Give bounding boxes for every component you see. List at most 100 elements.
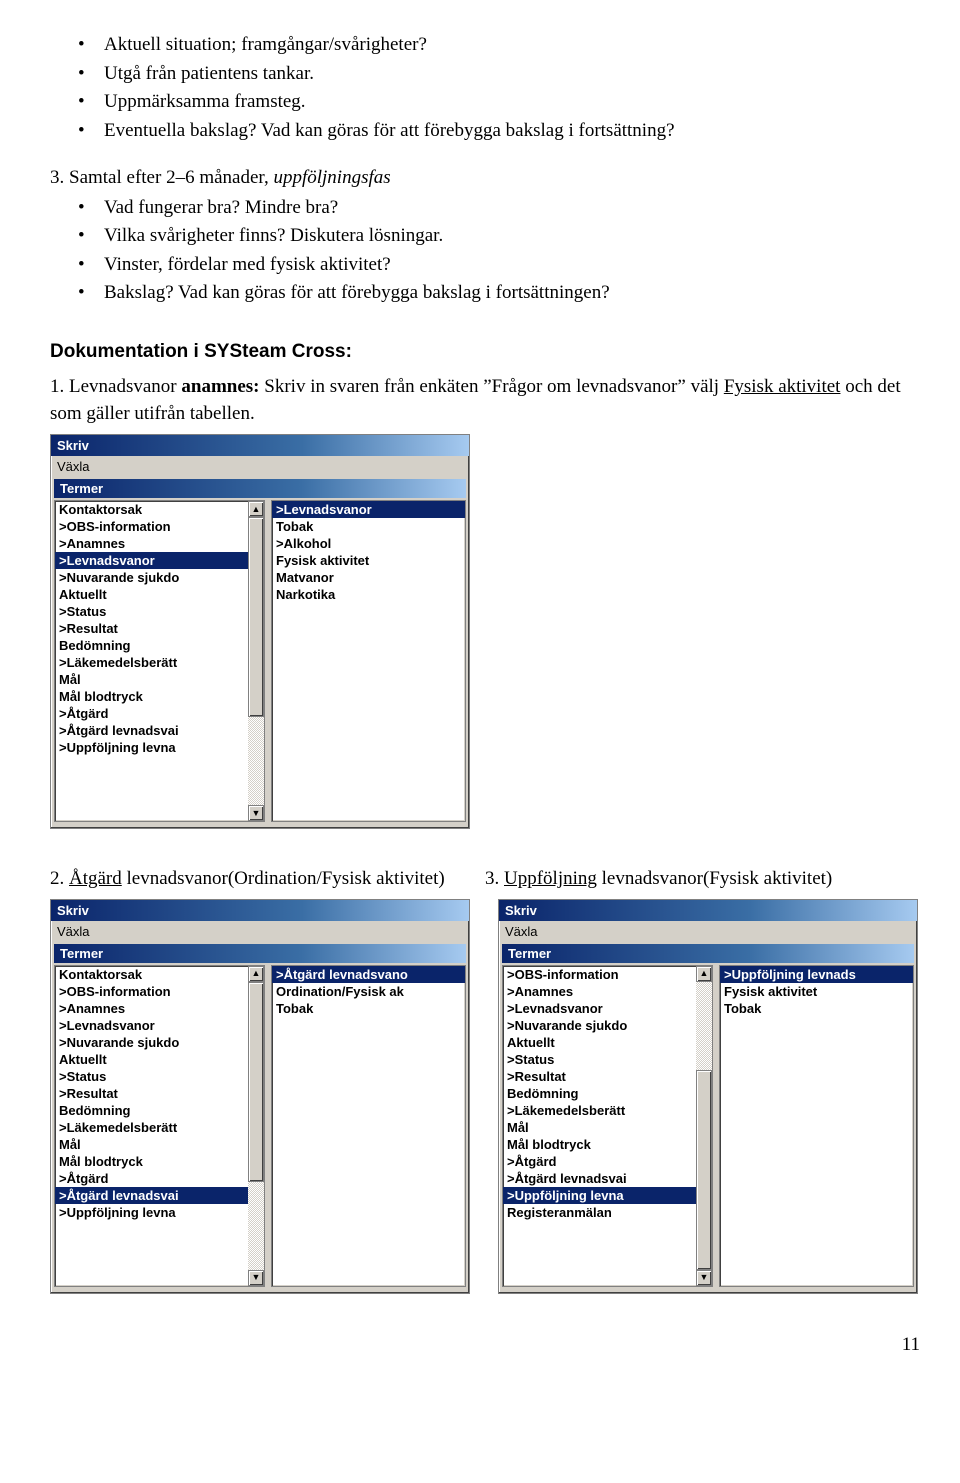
- list-item[interactable]: >Status: [503, 1051, 696, 1068]
- termer-list-right[interactable]: >Åtgärd levnadsvanoOrdination/Fysisk akT…: [271, 965, 466, 1287]
- caption3-c: levnadsvanor(Fysisk aktivitet): [597, 868, 832, 889]
- list-item[interactable]: >Resultat: [503, 1068, 696, 1085]
- list-item[interactable]: Mål: [503, 1119, 696, 1136]
- window-menu-vaxla[interactable]: Växla: [51, 921, 469, 942]
- scrollbar[interactable]: ▲ ▼: [248, 966, 264, 1286]
- list-item[interactable]: >OBS-information: [55, 983, 248, 1000]
- window-menu-vaxla[interactable]: Växla: [499, 921, 917, 942]
- list-item[interactable]: >Alkohol: [272, 535, 465, 552]
- list-item[interactable]: Matvanor: [272, 569, 465, 586]
- list-item[interactable]: >Åtgärd: [55, 705, 248, 722]
- list-item[interactable]: >Resultat: [55, 1085, 248, 1102]
- list-item[interactable]: Aktuellt: [55, 586, 248, 603]
- list-item[interactable]: >Status: [55, 603, 248, 620]
- bullet-list-section3: Vad fungerar bra? Mindre bra? Vilka svår…: [50, 194, 920, 307]
- list-item[interactable]: >Åtgärd levnadsvai: [55, 722, 248, 739]
- list-item[interactable]: >Uppföljning levnads: [720, 966, 913, 983]
- list-item[interactable]: Aktuellt: [55, 1051, 248, 1068]
- list-item[interactable]: >Status: [55, 1068, 248, 1085]
- list-item[interactable]: Fysisk aktivitet: [272, 552, 465, 569]
- list-item[interactable]: >Åtgärd: [55, 1170, 248, 1187]
- scroll-thumb[interactable]: [248, 517, 264, 717]
- list-item[interactable]: >Nuvarande sjukdo: [55, 569, 248, 586]
- list-item[interactable]: >Åtgärd levnadsvano: [272, 966, 465, 983]
- list-item[interactable]: >Anamnes: [503, 983, 696, 1000]
- scroll-down-icon[interactable]: ▼: [696, 1270, 712, 1286]
- list-item[interactable]: Mål blodtryck: [55, 1153, 248, 1170]
- caption-row: 2. Åtgärd levnadsvanor(Ordination/Fysisk…: [50, 865, 920, 893]
- scrollbar[interactable]: ▲ ▼: [248, 501, 264, 821]
- termer-list-left[interactable]: Kontaktorsak>OBS-information>Anamnes>Lev…: [54, 965, 265, 1287]
- window-titlebar: Skriv: [51, 435, 469, 456]
- list-item[interactable]: Kontaktorsak: [55, 966, 248, 983]
- scroll-up-icon[interactable]: ▲: [248, 966, 264, 982]
- list-item[interactable]: Narkotika: [272, 586, 465, 603]
- list-item[interactable]: Kontaktorsak: [55, 501, 248, 518]
- scroll-down-icon[interactable]: ▼: [248, 805, 264, 821]
- list-item[interactable]: Ordination/Fysisk ak: [272, 983, 465, 1000]
- scrollbar[interactable]: ▲ ▼: [696, 966, 712, 1286]
- bullet-item: Utgå från patientens tankar.: [78, 60, 920, 88]
- termer-list-left[interactable]: >OBS-information>Anamnes>Levnadsvanor>Nu…: [502, 965, 713, 1287]
- caption2-a: 2.: [50, 868, 69, 889]
- list-item[interactable]: >Läkemedelsberätt: [55, 1119, 248, 1136]
- section3-lead-prefix: 3. Samtal efter 2–6 månader,: [50, 167, 273, 188]
- bullet-item: Vad fungerar bra? Mindre bra?: [78, 194, 920, 222]
- list-item[interactable]: >Åtgärd levnadsvai: [503, 1170, 696, 1187]
- list-item[interactable]: Bedömning: [503, 1085, 696, 1102]
- termer-list-right[interactable]: >LevnadsvanorTobak>AlkoholFysisk aktivit…: [271, 500, 466, 822]
- list-item[interactable]: >Läkemedelsberätt: [55, 654, 248, 671]
- list-item[interactable]: Bedömning: [55, 1102, 248, 1119]
- list-item[interactable]: >Uppföljning levna: [55, 739, 248, 756]
- list-item[interactable]: Mål blodtryck: [55, 688, 248, 705]
- termer-list-left[interactable]: Kontaktorsak>OBS-information>Anamnes>Lev…: [54, 500, 265, 822]
- list-item[interactable]: Tobak: [720, 1000, 913, 1017]
- scroll-down-icon[interactable]: ▼: [248, 1270, 264, 1286]
- list-item[interactable]: >Levnadsvanor: [503, 1000, 696, 1017]
- skriv-window-3: Skriv Växla Termer >OBS-information>Anam…: [498, 899, 918, 1294]
- scroll-thumb[interactable]: [248, 982, 264, 1182]
- list-item[interactable]: >Läkemedelsberätt: [503, 1102, 696, 1119]
- panel-termer-label: Termer: [54, 479, 466, 498]
- window-menu-vaxla[interactable]: Växla: [51, 456, 469, 477]
- list-item[interactable]: >OBS-information: [503, 966, 696, 983]
- caption-2: 2. Åtgärd levnadsvanor(Ordination/Fysisk…: [50, 865, 485, 893]
- scroll-track[interactable]: [696, 982, 712, 1270]
- scroll-thumb[interactable]: [696, 1070, 712, 1270]
- list-item[interactable]: >Anamnes: [55, 1000, 248, 1017]
- list-item[interactable]: >Levnadsvanor: [272, 501, 465, 518]
- scroll-up-icon[interactable]: ▲: [248, 501, 264, 517]
- bullet-item: Vilka svårigheter finns? Diskutera lösni…: [78, 222, 920, 250]
- skriv-window-1: Skriv Växla Termer Kontaktorsak>OBS-info…: [50, 434, 470, 829]
- list-item[interactable]: >Åtgärd: [503, 1153, 696, 1170]
- doc1-text-d: Fysisk aktivitet: [724, 376, 841, 397]
- scroll-track[interactable]: [248, 982, 264, 1270]
- list-item[interactable]: Mål blodtryck: [503, 1136, 696, 1153]
- list-item[interactable]: Aktuellt: [503, 1034, 696, 1051]
- list-item[interactable]: >OBS-information: [55, 518, 248, 535]
- list-item[interactable]: >Nuvarande sjukdo: [55, 1034, 248, 1051]
- list-item[interactable]: Bedömning: [55, 637, 248, 654]
- termer-list-right[interactable]: >Uppföljning levnadsFysisk aktivitetToba…: [719, 965, 914, 1287]
- list-item[interactable]: Registeranmälan: [503, 1204, 696, 1221]
- list-item[interactable]: Fysisk aktivitet: [720, 983, 913, 1000]
- list-item[interactable]: Tobak: [272, 1000, 465, 1017]
- list-item[interactable]: >Nuvarande sjukdo: [503, 1017, 696, 1034]
- window-titlebar: Skriv: [499, 900, 917, 921]
- doc1-text-c: Skriv in svaren från enkäten ”Frågor om …: [260, 376, 724, 397]
- list-item[interactable]: >Anamnes: [55, 535, 248, 552]
- list-item[interactable]: Tobak: [272, 518, 465, 535]
- scroll-track[interactable]: [248, 517, 264, 805]
- scroll-up-icon[interactable]: ▲: [696, 966, 712, 982]
- list-item[interactable]: >Uppföljning levna: [55, 1204, 248, 1221]
- list-item[interactable]: >Levnadsvanor: [55, 1017, 248, 1034]
- list-item[interactable]: >Åtgärd levnadsvai: [55, 1187, 248, 1204]
- list-item[interactable]: >Resultat: [55, 620, 248, 637]
- bullet-item: Uppmärksamma framsteg.: [78, 88, 920, 116]
- list-item[interactable]: >Uppföljning levna: [503, 1187, 696, 1204]
- bullet-item: Bakslag? Vad kan göras för att förebygga…: [78, 279, 920, 307]
- caption3-b: Uppföljning: [504, 868, 597, 889]
- list-item[interactable]: >Levnadsvanor: [55, 552, 248, 569]
- list-item[interactable]: Mål: [55, 1136, 248, 1153]
- list-item[interactable]: Mål: [55, 671, 248, 688]
